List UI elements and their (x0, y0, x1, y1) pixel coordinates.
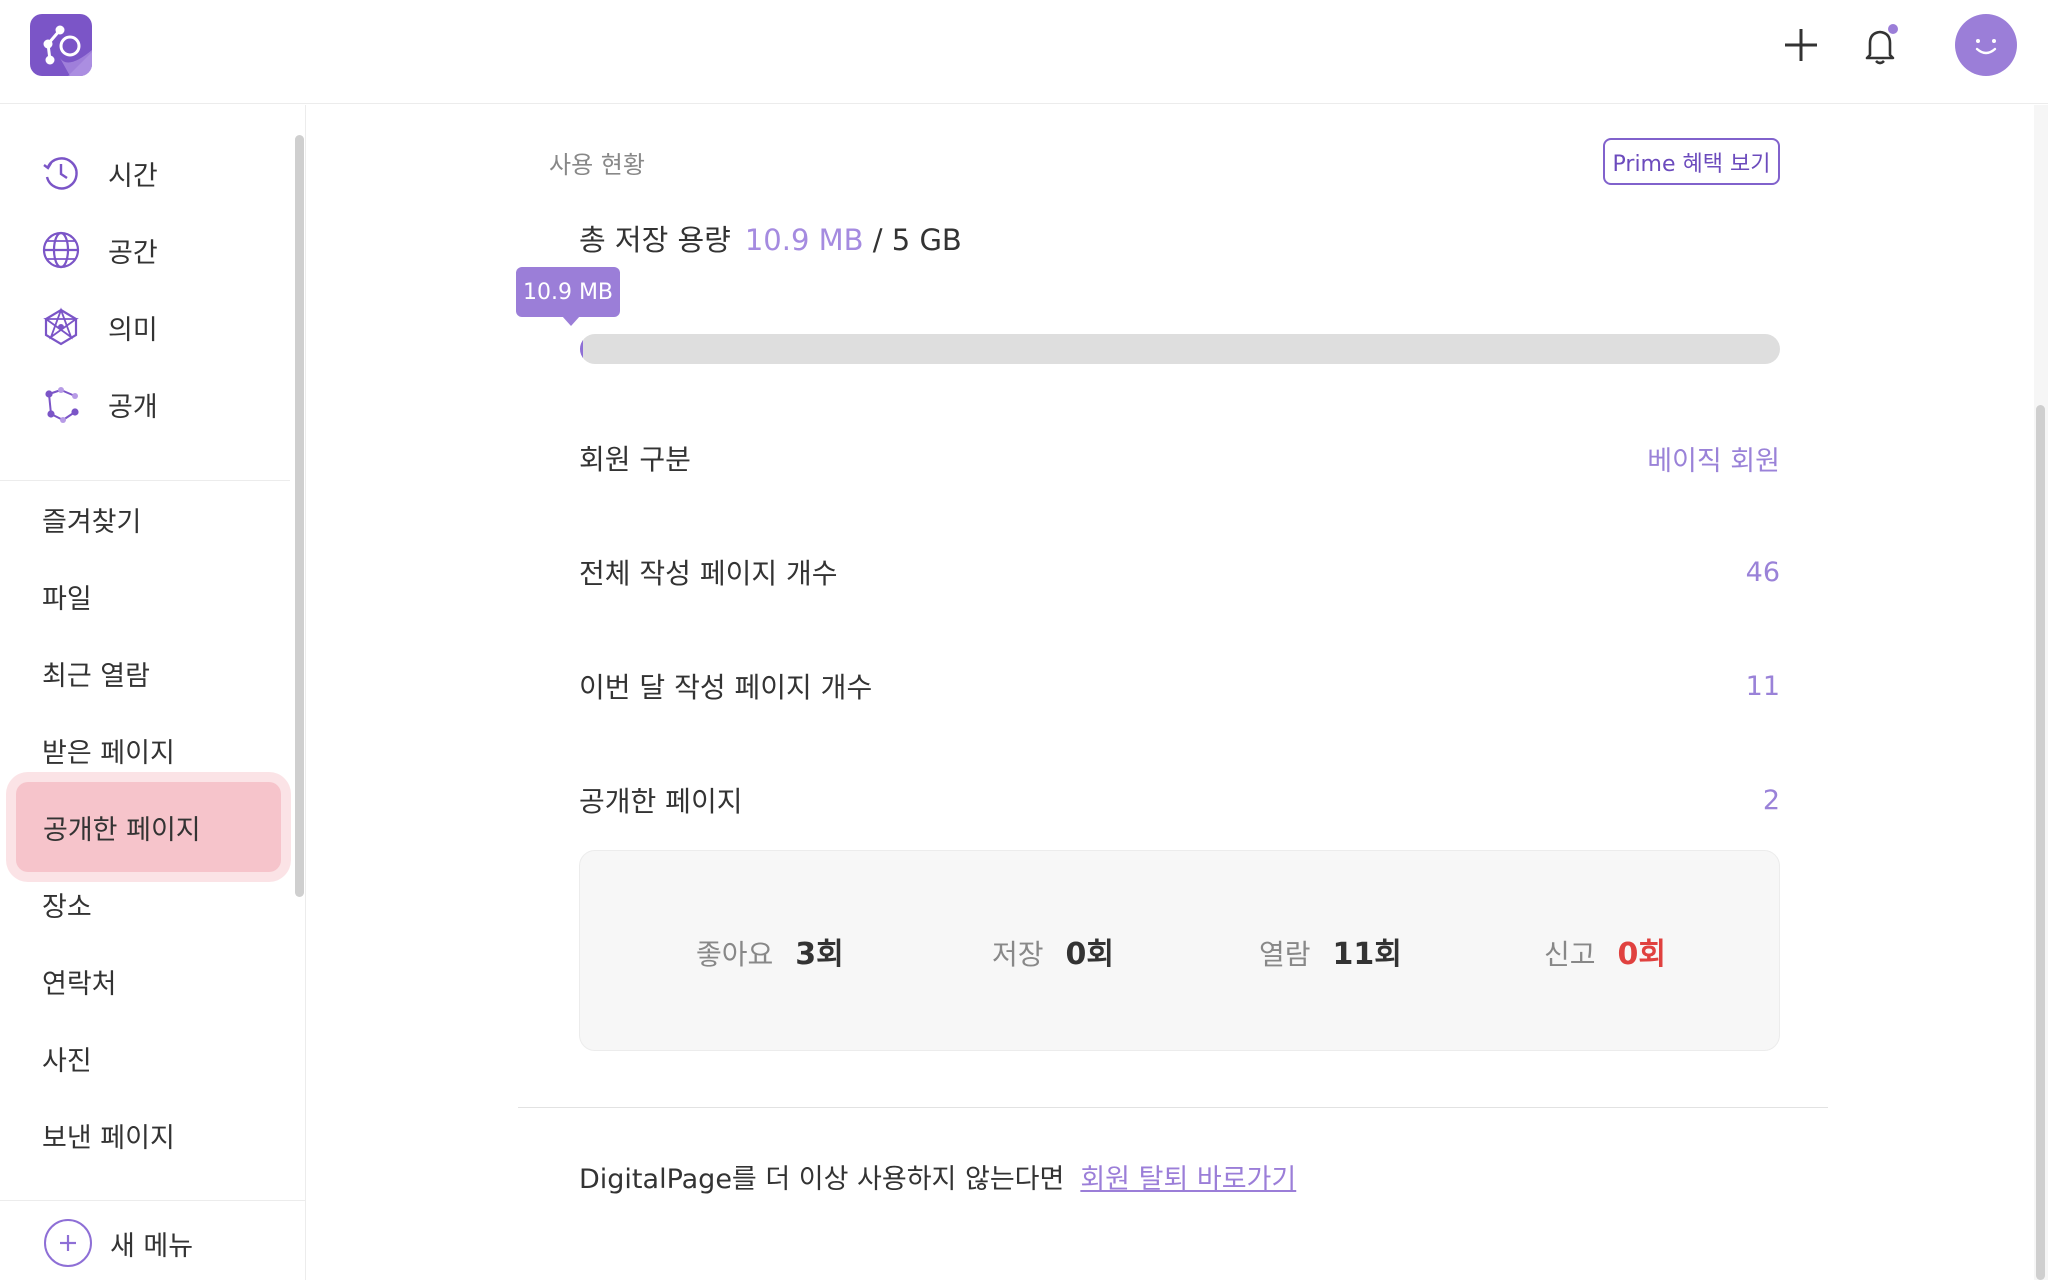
stat-saves: 저장 0회 (992, 929, 1114, 973)
sidebar-item-public[interactable]: 공개 (40, 376, 158, 432)
sidebar-divider (0, 480, 290, 481)
main-content: 사용 현황 Prime 혜택 보기 총 저장 용량 10.9 MB / 5 GB … (307, 105, 2029, 1280)
sidebar-item-label: 연락처 (42, 968, 117, 1000)
sidebar-item-label: 즐겨찾기 (42, 506, 142, 538)
withdraw-notice: DigitalPage를 더 이상 사용하지 않는다면 회원 탈퇴 바로가기 (579, 1157, 1296, 1196)
active-highlight: 공개한 페이지 (16, 782, 281, 872)
info-value: 11 (1745, 670, 1780, 702)
sidebar-item-files[interactable]: 파일 (42, 568, 92, 624)
plus-icon (1785, 29, 1817, 61)
info-key: 이번 달 작성 페이지 개수 (579, 671, 873, 704)
add-circle-icon (44, 1219, 92, 1267)
storage-tooltip: 10.9 MB (516, 267, 620, 326)
withdraw-link[interactable]: 회원 탈퇴 바로가기 (1080, 1157, 1296, 1196)
section-title: 사용 현황 (549, 151, 645, 179)
stat-label: 신고 (1544, 938, 1596, 971)
storage-label: 총 저장 용량 (579, 223, 731, 257)
sidebar: 시간 공간 의미 공개 즐겨찾기 파일 최근 열람 받은 페이지 공개한 페이지… (0, 105, 306, 1280)
bell-icon (1865, 24, 1898, 65)
sidebar-item-contacts[interactable]: 연락처 (42, 953, 117, 1009)
sidebar-item-photos[interactable]: 사진 (42, 1030, 92, 1086)
stat-label: 열람 (1259, 938, 1311, 971)
sidebar-item-label: 공개한 페이지 (43, 814, 201, 846)
sidebar-scrollbar[interactable] (295, 135, 304, 897)
storage-total: / 5 GB (872, 223, 962, 257)
globe-icon (40, 229, 82, 271)
sidebar-item-favorites[interactable]: 즐겨찾기 (42, 491, 141, 547)
stat-label: 좋아요 (696, 938, 774, 971)
notification-dot (1888, 24, 1898, 34)
new-menu-button[interactable]: 새 메뉴 (44, 1219, 193, 1267)
sidebar-item-label: 의미 (108, 314, 158, 346)
stat-label: 저장 (992, 938, 1044, 971)
sidebar-item-label: 받은 페이지 (42, 737, 175, 769)
network-star-icon (40, 306, 82, 348)
sidebar-item-label: 시간 (108, 160, 158, 192)
share-graph-icon (40, 383, 82, 425)
info-value: 베이직 회원 (1647, 445, 1780, 477)
stat-value: 0회 (1065, 937, 1115, 972)
info-row-published-pages: 공개한 페이지 2 (579, 775, 1780, 825)
clock-history-icon (40, 152, 82, 194)
stat-views: 열람 11회 (1259, 929, 1402, 973)
info-row-monthly-pages: 이번 달 작성 페이지 개수 11 (579, 661, 1780, 711)
info-value: 46 (1745, 556, 1780, 588)
sidebar-item-published-pages[interactable]: 공개한 페이지 (6, 772, 291, 882)
sidebar-item-label: 파일 (42, 583, 92, 615)
user-avatar[interactable] (1955, 14, 2017, 76)
sidebar-item-label: 공개 (108, 391, 158, 423)
stat-value: 11회 (1332, 937, 1402, 972)
smile-icon (1975, 39, 1997, 55)
add-button[interactable] (1774, 18, 1828, 72)
engagement-stats: 좋아요 3회 저장 0회 열람 11회 신고 0회 (579, 850, 1780, 1051)
storage-progress-bar (580, 334, 1780, 364)
sidebar-item-meaning[interactable]: 의미 (40, 299, 158, 355)
app-logo[interactable] (30, 14, 92, 76)
sidebar-item-time[interactable]: 시간 (40, 145, 158, 201)
stat-reports: 신고 0회 (1544, 929, 1666, 973)
storage-used: 10.9 MB (744, 223, 864, 257)
storage-summary: 총 저장 용량 10.9 MB / 5 GB (579, 217, 962, 259)
notifications-button[interactable] (1853, 18, 1907, 72)
info-key: 회원 구분 (579, 443, 691, 476)
info-row-membership: 회원 구분 베이직 회원 (579, 433, 1780, 483)
sidebar-item-label: 공간 (108, 237, 158, 269)
sidebar-item-sent-pages[interactable]: 보낸 페이지 (42, 1107, 175, 1163)
info-value: 2 (1762, 784, 1780, 816)
sidebar-item-recent[interactable]: 최근 열람 (42, 645, 150, 701)
sidebar-item-label: 최근 열람 (42, 660, 150, 692)
main-scrollbar-thumb[interactable] (2036, 405, 2045, 1280)
info-key: 공개한 페이지 (579, 785, 743, 818)
stat-value: 3회 (795, 937, 844, 972)
withdraw-text: DigitalPage를 더 이상 사용하지 않는다면 (579, 1164, 1065, 1195)
stat-value: 0회 (1617, 937, 1667, 972)
sidebar-item-label: 장소 (42, 891, 92, 923)
sidebar-item-space[interactable]: 공간 (40, 222, 158, 278)
new-menu-bar: 새 메뉴 (0, 1200, 305, 1280)
sidebar-item-received-pages[interactable]: 받은 페이지 (42, 722, 175, 778)
info-key: 전체 작성 페이지 개수 (579, 557, 838, 590)
sidebar-item-label: 보낸 페이지 (42, 1122, 175, 1154)
new-menu-label: 새 메뉴 (110, 1230, 194, 1262)
top-bar (0, 0, 2048, 104)
prime-benefits-button[interactable]: Prime 혜택 보기 (1603, 138, 1780, 185)
stat-likes: 좋아요 3회 (696, 929, 844, 973)
section-divider (518, 1107, 1828, 1108)
sidebar-item-places[interactable]: 장소 (42, 876, 92, 932)
storage-progress-fill (580, 334, 583, 364)
sidebar-item-label: 사진 (42, 1045, 92, 1077)
info-row-total-pages: 전체 작성 페이지 개수 46 (579, 547, 1780, 597)
